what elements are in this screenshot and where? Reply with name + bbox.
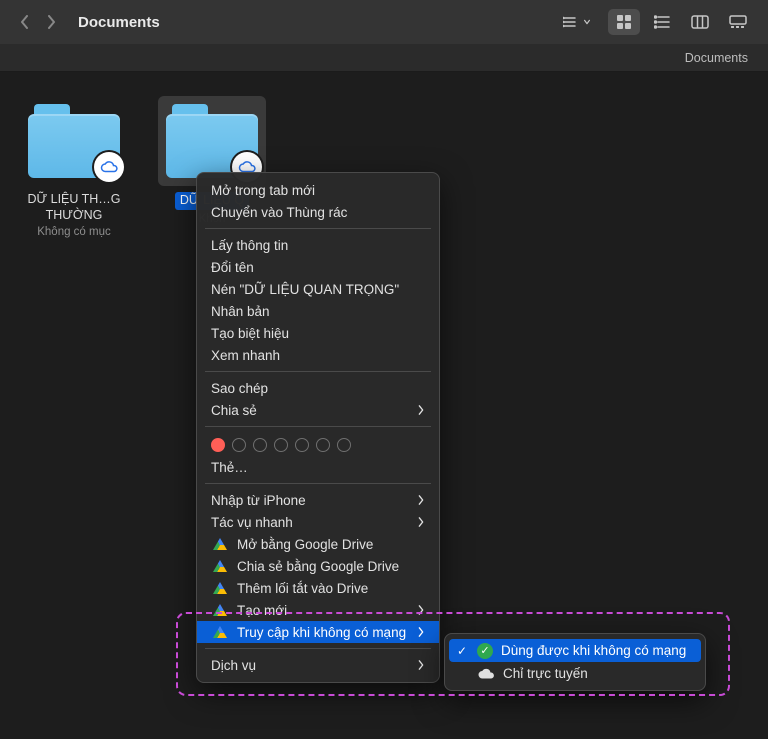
tag-dot[interactable] (274, 438, 288, 452)
context-menu-item[interactable]: Tác vụ nhanh (197, 511, 439, 533)
context-menu-separator (205, 228, 431, 229)
tag-dot[interactable] (337, 438, 351, 452)
context-menu-item[interactable]: Thẻ… (197, 456, 439, 478)
context-menu-item[interactable]: Đổi tên (197, 256, 439, 278)
context-menu-label: Mở bằng Google Drive (237, 537, 373, 552)
checkmark-icon: ✓ (455, 644, 469, 658)
context-menu-label: Chia sẻ bằng Google Drive (237, 559, 399, 574)
context-menu-item[interactable]: Tạo mới (197, 599, 439, 621)
context-menu-separator (205, 483, 431, 484)
folder-subtitle: Không có mục (37, 225, 111, 239)
nav-back-button[interactable] (14, 11, 36, 33)
google-drive-icon (211, 535, 229, 553)
view-list-button[interactable] (646, 9, 678, 35)
context-menu-item[interactable]: Truy cập khi không có mạng (197, 621, 439, 643)
context-menu-item[interactable]: Nén "DỮ LIỆU QUAN TRỌNG" (197, 278, 439, 300)
context-menu-label: Nhân bản (211, 304, 270, 319)
cloud-badge-icon (94, 152, 124, 182)
context-menu-item[interactable]: Dịch vụ (197, 654, 439, 676)
submenu-item[interactable]: Chỉ trực tuyến (445, 662, 705, 685)
folder-name: DỮ LIỆU TH…G THƯỜNG (18, 192, 130, 223)
context-menu-item[interactable]: Tạo biệt hiệu (197, 322, 439, 344)
context-menu-item[interactable]: Nhập từ iPhone (197, 489, 439, 511)
context-submenu: ✓ ✓ Dùng được khi không có mạng Chỉ trực tu… (444, 633, 706, 691)
chevron-right-icon (417, 515, 425, 530)
context-menu-item[interactable]: Chuyển vào Thùng rác (197, 201, 439, 223)
context-menu-label: Tác vụ nhanh (211, 515, 293, 530)
context-menu-label: Sao chép (211, 381, 268, 396)
folder-icon-wrap (20, 96, 128, 186)
context-menu-separator (205, 371, 431, 372)
context-menu-label: Thẻ… (211, 460, 248, 475)
chevron-right-icon (417, 625, 425, 640)
view-columns-button[interactable] (684, 9, 716, 35)
context-menu-label: Tạo biệt hiệu (211, 326, 289, 341)
context-menu-label: Chuyển vào Thùng rác (211, 205, 347, 220)
content-area: DỮ LIỆU TH…G THƯỜNG Không có mục DỮ LIỆU… (0, 72, 768, 739)
folder-icon (28, 104, 120, 178)
context-menu-label: Đổi tên (211, 260, 254, 275)
group-sort-button[interactable] (556, 9, 602, 35)
context-menu-separator (205, 426, 431, 427)
context-menu-item[interactable]: Sao chép (197, 377, 439, 399)
tag-dot[interactable] (211, 438, 225, 452)
context-menu-label: Lấy thông tin (211, 238, 288, 253)
chevron-right-icon (417, 658, 425, 673)
chevron-right-icon (417, 403, 425, 418)
chevron-right-icon (417, 493, 425, 508)
submenu-label: Chỉ trực tuyến (503, 666, 588, 681)
view-gallery-button[interactable] (722, 9, 754, 35)
nav-forward-button[interactable] (40, 11, 62, 33)
tag-dot[interactable] (295, 438, 309, 452)
chevron-down-icon (583, 17, 591, 27)
context-menu-item[interactable]: Xem nhanh (197, 344, 439, 366)
context-menu-label: Dịch vụ (211, 658, 256, 673)
google-drive-icon (211, 601, 229, 619)
context-menu-item[interactable]: Mở bằng Google Drive (197, 533, 439, 555)
context-menu-label: Chia sẻ (211, 403, 257, 418)
tag-dot[interactable] (232, 438, 246, 452)
submenu-label: Dùng được khi không có mạng (501, 643, 686, 658)
chevron-right-icon (417, 603, 425, 618)
google-drive-icon (211, 623, 229, 641)
cloud-icon (477, 665, 495, 683)
context-menu-label: Mở trong tab mới (211, 183, 315, 198)
path-location[interactable]: Documents (685, 51, 748, 65)
toolbar: Documents (0, 0, 768, 44)
path-bar: Documents (0, 44, 768, 72)
context-menu-label: Nhập từ iPhone (211, 493, 306, 508)
context-menu-item[interactable]: Thêm lối tắt vào Drive (197, 577, 439, 599)
context-menu-item[interactable]: Lấy thông tin (197, 234, 439, 256)
available-offline-icon: ✓ (477, 643, 493, 659)
context-menu-item[interactable]: Chia sẻ (197, 399, 439, 421)
folder-icon (166, 104, 258, 178)
window-title: Documents (78, 14, 160, 31)
context-menu-label: Truy cập khi không có mạng (237, 625, 406, 640)
context-menu-item[interactable]: Mở trong tab mới (197, 179, 439, 201)
google-drive-icon (211, 557, 229, 575)
view-controls (556, 9, 754, 35)
nav-arrows (14, 11, 62, 33)
context-menu-label: Xem nhanh (211, 348, 280, 363)
tags-row (197, 432, 439, 456)
context-menu-label: Tạo mới (237, 603, 287, 618)
folder-item[interactable]: DỮ LIỆU TH…G THƯỜNG Không có mục (14, 90, 134, 248)
tag-dot[interactable] (316, 438, 330, 452)
context-menu-separator (205, 648, 431, 649)
google-drive-icon (211, 579, 229, 597)
view-icons-button[interactable] (608, 9, 640, 35)
context-menu-item[interactable]: Nhân bản (197, 300, 439, 322)
submenu-item[interactable]: ✓ ✓ Dùng được khi không có mạng (449, 639, 701, 662)
context-menu-label: Thêm lối tắt vào Drive (237, 581, 368, 596)
context-menu-label: Nén "DỮ LIỆU QUAN TRỌNG" (211, 282, 399, 297)
context-menu-item[interactable]: Chia sẻ bằng Google Drive (197, 555, 439, 577)
tag-dot[interactable] (253, 438, 267, 452)
context-menu: Mở trong tab mới Chuyển vào Thùng rác Lấy … (196, 172, 440, 683)
